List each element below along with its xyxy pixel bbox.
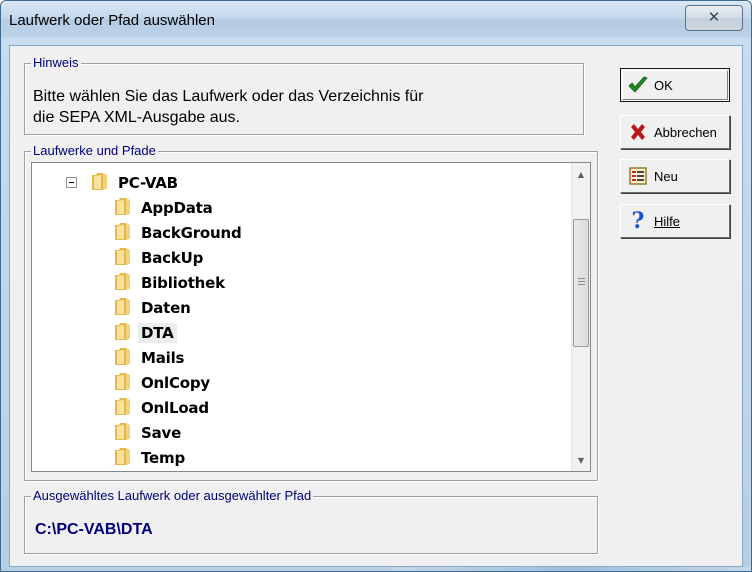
tree-item-label: OnlCopy	[141, 373, 211, 392]
folder-icon	[114, 396, 132, 420]
hint-line-1: Bitte wählen Sie das Laufwerk oder das V…	[33, 88, 424, 105]
tree-item-label: BackGround	[141, 223, 242, 242]
close-icon: ✕	[707, 8, 721, 26]
help-button-label: Hilfe	[654, 213, 681, 229]
folder-icon	[114, 296, 132, 320]
cancel-button[interactable]: Abbrechen	[620, 115, 730, 149]
grip-icon	[578, 284, 585, 285]
tree-item[interactable]: BackUp	[114, 245, 206, 270]
hint-line-2: die SEPA XML-Ausgabe aus.	[33, 109, 240, 126]
scroll-thumb[interactable]	[573, 219, 589, 347]
help-button[interactable]: ? Hilfe	[620, 204, 730, 238]
dialog-window: Laufwerk oder Pfad auswählen ✕ Hinweis B…	[0, 0, 752, 572]
folder-tree[interactable]: PC-VAB AppData BackGround BackUp Bibliot…	[31, 162, 591, 472]
tree-item-label: AppData	[141, 198, 213, 217]
folder-icon	[114, 271, 132, 295]
grip-icon	[578, 278, 585, 279]
folder-icon	[114, 321, 132, 345]
new-button[interactable]: Neu	[620, 159, 730, 193]
selected-path-group: Ausgewähltes Laufwerk oder ausgewählter …	[24, 488, 598, 554]
question-icon: ?	[631, 208, 645, 234]
drives-group-label: Laufwerke und Pfade	[31, 143, 158, 159]
scroll-up-icon[interactable]: ▲	[572, 165, 590, 185]
ok-button-bevel	[622, 70, 728, 100]
folder-icon	[114, 196, 132, 220]
folder-icon	[114, 246, 132, 270]
tree-item[interactable]: BackGround	[114, 220, 245, 245]
folder-icon	[114, 446, 132, 470]
cancel-button-label: Abbrechen	[654, 124, 717, 140]
hint-message: Bitte wählen Sie das Laufwerk oder das V…	[33, 86, 553, 128]
window-bottom-edge	[391, 567, 751, 571]
window-title: Laufwerk oder Pfad auswählen	[9, 12, 215, 29]
drives-group: Laufwerke und Pfade PC-VAB AppData BackG	[24, 143, 598, 481]
x-icon	[627, 121, 649, 143]
tree-item[interactable]: Daten	[114, 295, 194, 320]
tree-item-label: Daten	[141, 298, 191, 317]
folder-icon	[114, 421, 132, 445]
new-folder-icon	[627, 165, 649, 187]
tree-item-label: PC-VAB	[118, 173, 178, 192]
tree-item-label: Save	[141, 423, 182, 442]
folder-icon	[114, 346, 132, 370]
tree-item[interactable]: Mails	[114, 345, 187, 370]
tree-item[interactable]: OnlLoad	[114, 395, 212, 420]
tree-item-label: DTA	[138, 322, 177, 343]
folder-icon	[91, 171, 109, 195]
scroll-down-icon[interactable]: ▼	[572, 451, 590, 471]
tree-root-item[interactable]: PC-VAB	[66, 170, 181, 195]
new-button-label: Neu	[654, 168, 678, 184]
tree-item-label: OnlLoad	[141, 398, 209, 417]
selected-path-group-label: Ausgewähltes Laufwerk oder ausgewählter …	[31, 488, 314, 504]
tree-item-label: Temp	[141, 448, 185, 467]
tree-scrollbar[interactable]: ▲ ▼	[571, 163, 590, 471]
folder-icon	[114, 371, 132, 395]
tree-item[interactable]: Temp	[114, 445, 188, 470]
hint-group: Hinweis Bitte wählen Sie das Laufwerk od…	[24, 55, 584, 135]
tree-item-label: Mails	[141, 348, 185, 367]
tree-item-selected[interactable]: DTA	[114, 320, 177, 345]
close-button[interactable]: ✕	[685, 5, 743, 31]
dialog-client-area: Hinweis Bitte wählen Sie das Laufwerk od…	[9, 45, 743, 567]
tree-item-label: BackUp	[141, 248, 204, 267]
tree-item[interactable]: Bibliothek	[114, 270, 228, 295]
collapse-toggle-icon[interactable]	[66, 177, 77, 188]
tree-item[interactable]: AppData	[114, 195, 216, 220]
tree-item[interactable]: Save	[114, 420, 184, 445]
ok-button[interactable]: OK	[620, 68, 730, 102]
hint-group-label: Hinweis	[31, 55, 81, 71]
selected-path-value: C:\PC-VAB\DTA	[35, 521, 153, 538]
folder-icon	[114, 221, 132, 245]
tree-item-label: Bibliothek	[141, 273, 225, 292]
grip-icon	[578, 281, 585, 282]
title-bar[interactable]: Laufwerk oder Pfad auswählen ✕	[1, 1, 751, 37]
tree-item[interactable]: OnlCopy	[114, 370, 213, 395]
